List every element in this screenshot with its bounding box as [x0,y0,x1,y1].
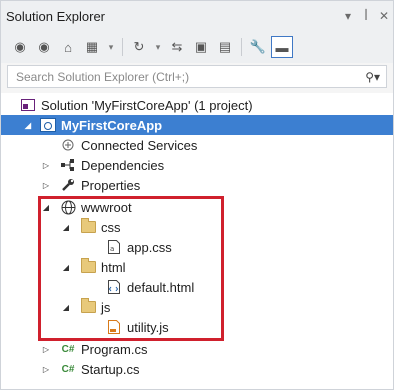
tree-item-label: Startup.cs [81,361,140,377]
tree-item-wwwroot[interactable]: ◢ wwwroot [1,197,393,217]
tree-item-label: default.html [127,279,195,295]
folder-icon [79,218,97,235]
tree-item-utility-js[interactable]: utility.js [1,317,393,337]
forward-icon[interactable]: ◉ [33,36,55,58]
wrench-icon [59,177,77,193]
tree-item-label: Properties [81,177,141,193]
web-project-icon [39,117,57,133]
solution-tree: Solution 'MyFirstCoreApp' (1 project) ◢ … [1,93,393,389]
back-icon[interactable]: ◉ [9,36,31,58]
expanded-arrow-icon[interactable]: ◢ [23,120,33,130]
tree-item-connected-services[interactable]: Connected Services [1,135,393,155]
close-icon[interactable]: ✕ [375,7,393,25]
show-all-files-icon[interactable]: ▤ [214,36,236,58]
home-icon[interactable]: ⌂ [57,36,79,58]
dependencies-icon [59,157,77,173]
toolbar: ◉ ◉ ⌂ ▦ ▾ ↻ ▾ ⇆ ▣ ▤ 🔧 ▬ [1,31,393,63]
tree-item-js-folder[interactable]: ◢ js [1,297,393,317]
collapse-all-icon[interactable]: ▣ [190,36,212,58]
tree-item-label: MyFirstCoreApp [61,117,163,133]
dropdown-icon[interactable]: ▾ [105,36,117,58]
expanded-arrow-icon[interactable]: ◢ [41,202,51,212]
solution-explorer-panel: Solution Explorer ▾ ꟾ ✕ ◉ ◉ ⌂ ▦ ▾ ↻ ▾ ⇆ … [0,0,394,390]
html-file-icon [105,279,123,295]
connected-services-icon [59,137,77,153]
switch-views-icon[interactable]: ▦ [81,36,103,58]
csharp-file-icon: C# [61,363,75,375]
search-input[interactable] [14,68,366,85]
folder-icon [79,258,97,275]
tree-item-default-html[interactable]: default.html [1,277,393,297]
search-box[interactable]: ⚲▾ [7,65,387,88]
svg-text:a: a [110,245,114,253]
tree-item-label: app.css [127,239,172,255]
expanded-arrow-icon[interactable]: ◢ [61,302,71,312]
globe-icon [59,199,77,215]
collapsed-arrow-icon[interactable]: ▷ [41,180,51,190]
css-file-icon: a [105,239,123,255]
panel-title: Solution Explorer [6,8,105,24]
collapsed-arrow-icon[interactable]: ▷ [41,364,51,374]
title-bar: Solution Explorer ▾ ꟾ ✕ [1,1,393,31]
csharp-file-icon: C# [61,343,75,355]
tree-item-label: Program.cs [81,341,148,357]
collapsed-arrow-icon[interactable]: ▷ [41,344,51,354]
tree-item-label: js [101,299,111,315]
sync-icon[interactable]: ⇆ [166,36,188,58]
tree-item-label: Dependencies [81,157,165,173]
tree-item-label: html [101,259,126,275]
tree-item-label: Connected Services [81,137,198,153]
tree-item-project[interactable]: ◢ MyFirstCoreApp [1,115,393,135]
expanded-arrow-icon[interactable]: ◢ [61,262,71,272]
search-icon[interactable]: ⚲▾ [365,70,380,84]
expanded-arrow-icon[interactable]: ◢ [61,222,71,232]
pin-icon[interactable]: ꟾ [357,7,375,25]
dropdown-icon[interactable]: ▾ [339,7,357,25]
toolbar-separator [122,38,123,56]
folder-icon [79,298,97,315]
toolbar-separator [241,38,242,56]
tree-item-label: css [101,219,121,235]
pending-changes-icon[interactable]: ↻ [128,36,150,58]
tree-item-program-cs[interactable]: ▷ C# Program.cs [1,339,393,359]
tree-item-label: Solution 'MyFirstCoreApp' (1 project) [41,97,253,113]
tree-item-dependencies[interactable]: ▷ Dependencies [1,155,393,175]
tree-item-properties[interactable]: ▷ Properties [1,175,393,195]
collapsed-arrow-icon[interactable]: ▷ [41,160,51,170]
js-file-icon [105,319,123,335]
tree-item-html-folder[interactable]: ◢ html [1,257,393,277]
dropdown-icon[interactable]: ▾ [152,36,164,58]
tree-item-solution[interactable]: Solution 'MyFirstCoreApp' (1 project) [1,95,393,115]
tree-item-css-folder[interactable]: ◢ css [1,217,393,237]
solution-icon [19,97,37,113]
tree-item-label: wwwroot [81,199,132,215]
preview-icon[interactable]: ▬ [271,36,293,58]
tree-item-app-css[interactable]: a app.css [1,237,393,257]
tree-item-label: utility.js [127,319,169,335]
tree-item-startup-cs[interactable]: ▷ C# Startup.cs [1,359,393,379]
properties-icon[interactable]: 🔧 [247,36,269,58]
